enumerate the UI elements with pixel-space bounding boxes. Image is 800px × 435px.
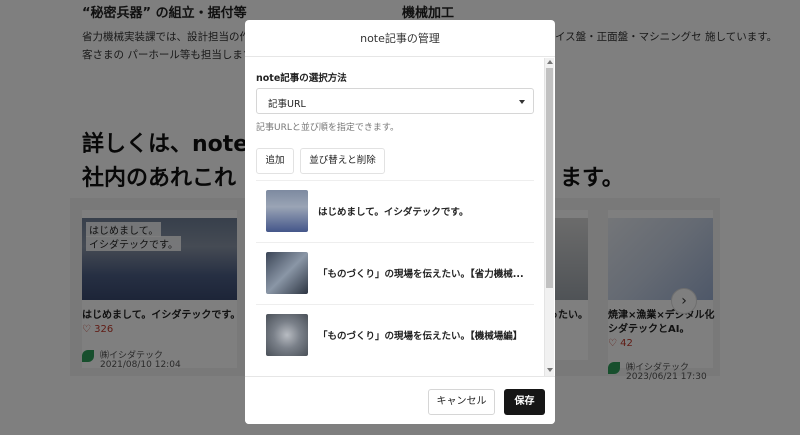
article-list-item[interactable]: 「ものづくり」の現場を伝えたい。【機械場編】 (256, 304, 534, 362)
select-method-dropdown[interactable]: 記事URL (256, 88, 534, 114)
dialog-body: note記事の選択方法 記事URL 記事URLと並び順を指定できます。 追加 並… (245, 58, 555, 376)
article-title: 「ものづくり」の現場を伝えたい。【機械場編】 (318, 331, 523, 342)
note-manage-dialog: note記事の管理 note記事の選択方法 記事URL 記事URLと並び順を指定… (245, 20, 555, 424)
tab-add[interactable]: 追加 (256, 148, 294, 174)
tab-sort-and-delete[interactable]: 並び替えと削除 (300, 148, 385, 174)
select-value: 記事URL (268, 99, 306, 110)
scroll-thumb[interactable] (546, 68, 553, 288)
article-thumbnail (266, 190, 308, 232)
select-method-label: note記事の選択方法 (256, 73, 347, 84)
scroll-down-arrow-icon[interactable] (547, 368, 553, 372)
article-thumbnail (266, 252, 308, 294)
article-title: はじめまして。イシダテックです。 (318, 207, 469, 218)
save-button[interactable]: 保存 (504, 389, 545, 415)
dialog-scrollbar[interactable] (544, 58, 554, 376)
helper-text: 記事URLと並び順を指定できます。 (256, 123, 399, 133)
dialog-title: note記事の管理 (245, 20, 555, 57)
scroll-up-arrow-icon[interactable] (547, 60, 553, 64)
cancel-button[interactable]: キャンセル (428, 389, 495, 415)
article-thumbnail (266, 314, 308, 356)
chevron-down-icon (519, 100, 525, 104)
article-list-item[interactable]: はじめまして。イシダテックです。 (256, 180, 534, 238)
article-title: 「ものづくり」の現場を伝えたい。【省力機械... (318, 269, 524, 280)
article-list-item[interactable]: 「ものづくり」の現場を伝えたい。【省力機械... (256, 242, 534, 300)
dialog-footer: キャンセル 保存 (245, 376, 555, 424)
